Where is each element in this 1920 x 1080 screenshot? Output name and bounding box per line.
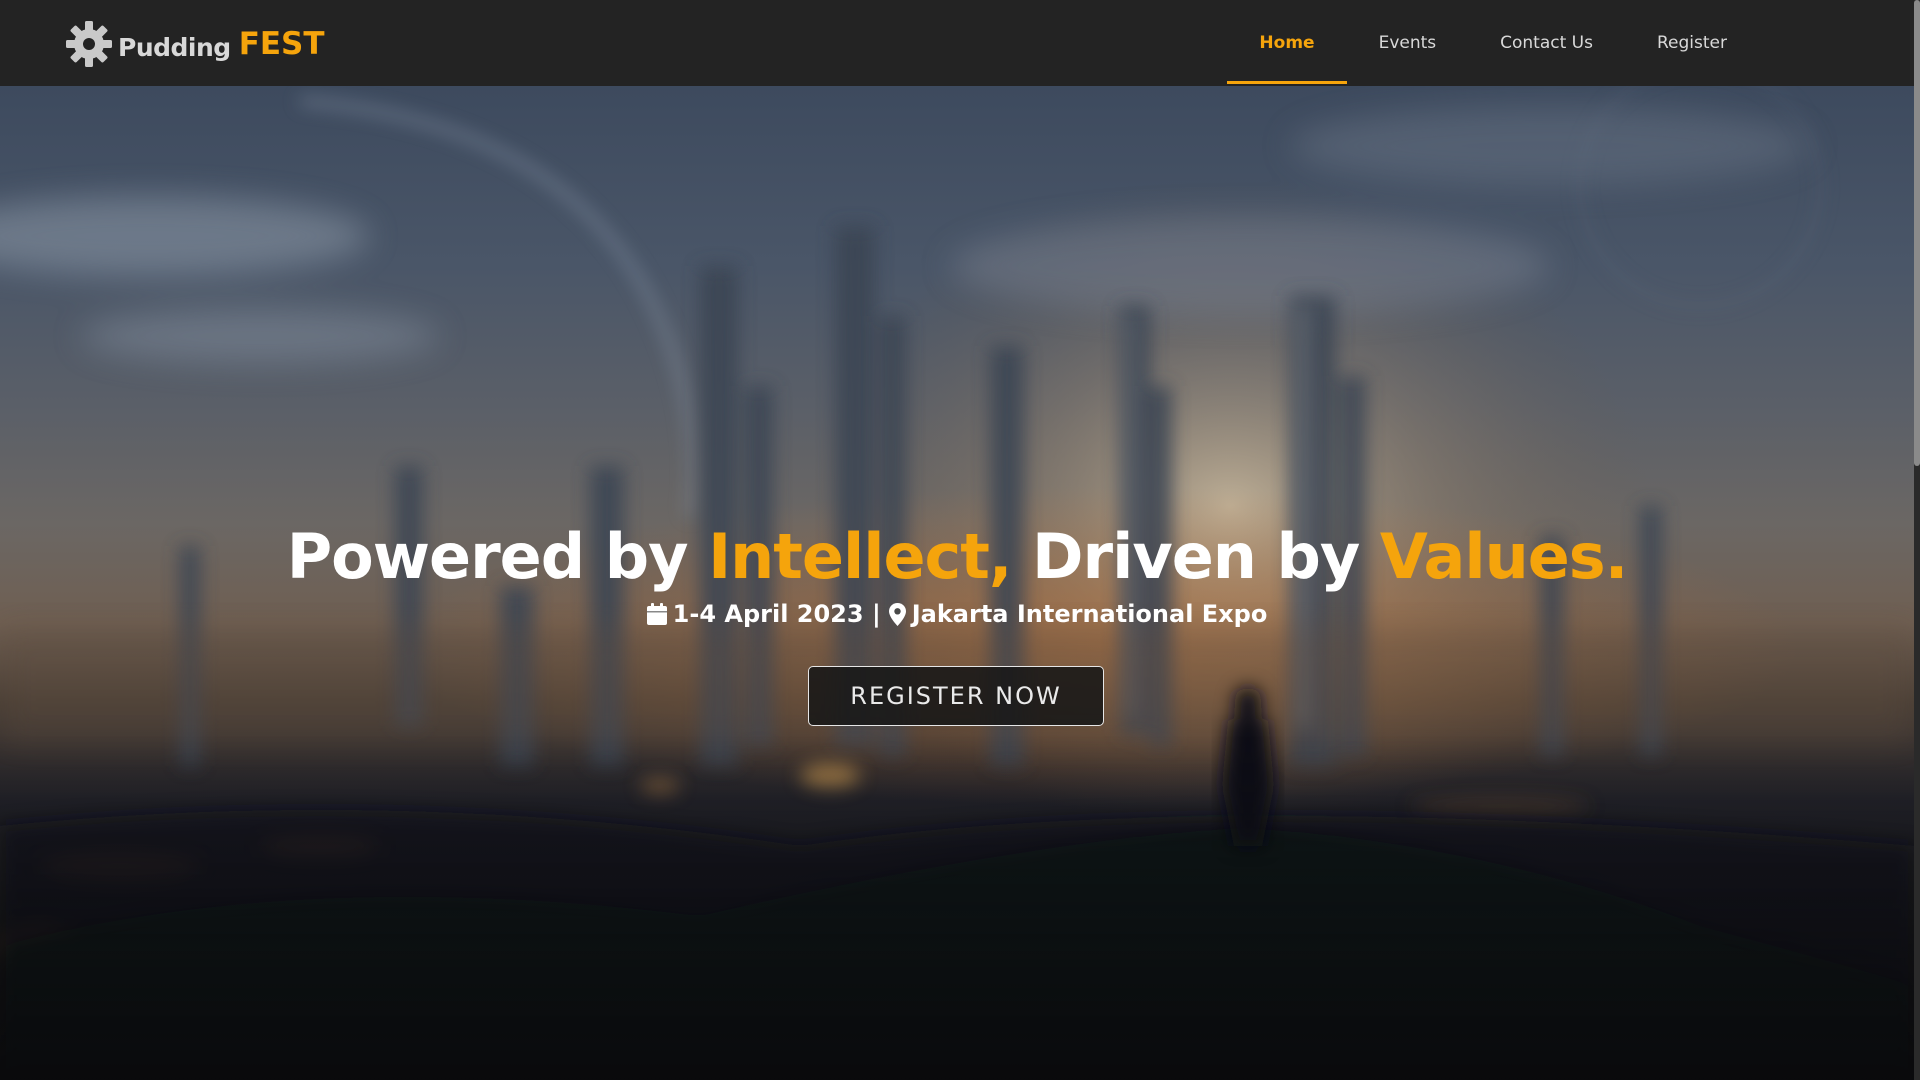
event-info: 1-4 April 2023 | Jakarta International E… (0, 600, 1914, 628)
nav-item-home[interactable]: Home (1227, 0, 1347, 86)
page-scrollbar[interactable] (1914, 0, 1920, 1080)
hero-section: Powered by Intellect, Driven by Values. … (0, 86, 1914, 1080)
register-now-button[interactable]: REGISTER NOW (808, 666, 1104, 726)
scrollbar-thumb[interactable] (1914, 0, 1920, 466)
nav-item-events[interactable]: Events (1347, 0, 1469, 86)
map-pin-icon (888, 602, 906, 626)
nav-item-register[interactable]: Register (1625, 0, 1759, 86)
event-location: Jakarta International Expo (911, 600, 1268, 628)
hero-headline: Powered by Intellect, Driven by Values. (0, 520, 1914, 593)
main-nav: Home Events Contact Us Register (1227, 0, 1759, 86)
calendar-icon (646, 603, 667, 625)
brand-logo[interactable]: Pudding FEST (64, 18, 325, 70)
page: Pudding FEST Home Events Contact Us Regi… (0, 0, 1920, 1080)
nav-item-contact-us[interactable]: Contact Us (1468, 0, 1625, 86)
headline-accent2: Values. (1379, 519, 1628, 593)
brand-name-part1: Pudding (118, 32, 231, 62)
headline-part2: Driven by (1011, 519, 1380, 593)
top-navbar: Pudding FEST Home Events Contact Us Regi… (0, 0, 1914, 86)
headline-accent1: Intellect, (708, 519, 1012, 593)
brand-name-part2: FEST (238, 26, 325, 62)
headline-part1: Powered by (286, 519, 709, 593)
event-date: 1-4 April 2023 | (672, 600, 881, 628)
gear-icon (66, 21, 112, 67)
